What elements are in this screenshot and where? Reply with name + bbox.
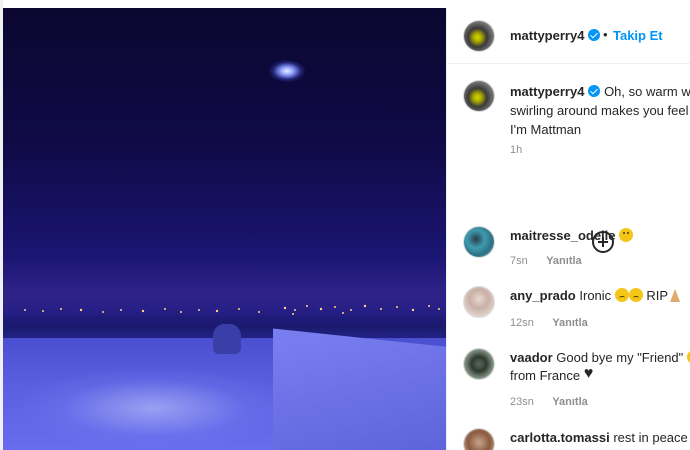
follow-button[interactable]: Takip Et (613, 28, 663, 43)
sad-face-emoji (614, 288, 629, 302)
author-username[interactable]: mattyperry4 (510, 28, 584, 43)
person-figure (213, 324, 241, 354)
caption-line-2: swirling around makes you feel (510, 103, 689, 118)
commenter-username[interactable]: any_prado (510, 288, 576, 303)
commenter-avatar[interactable] (463, 428, 495, 450)
black-heart-emoji (584, 367, 598, 383)
comment-text-line-2: from France (510, 367, 690, 385)
comment-body-line-2: from France (510, 368, 581, 383)
comment-text: carlotta.tomassi rest in peace v (510, 429, 690, 447)
verified-badge-icon (588, 85, 601, 97)
praying-hands-emoji (668, 288, 682, 302)
separator-dot: • (603, 27, 608, 42)
post-side-panel: mattyperry4 • Takip Et mattyperry4 Oh, s… (446, 8, 690, 450)
verified-badge-icon (588, 29, 601, 41)
comment-text: any_prado Ironic RIP (510, 287, 690, 305)
comment-item: vaador Good bye my "Friend" from France … (447, 346, 690, 416)
comment-body: Good bye my "Friend" (556, 350, 684, 365)
water-foam (23, 368, 283, 448)
comment-item: carlotta.tomassi rest in peace v (447, 424, 690, 450)
reply-button[interactable]: Yanıtla (552, 317, 587, 329)
worried-face-emoji (619, 228, 634, 242)
commenter-username[interactable]: vaador (510, 350, 553, 365)
commenter-username[interactable]: carlotta.tomassi (510, 430, 610, 445)
caption-timestamp: 1h (510, 144, 523, 156)
reply-button[interactable]: Yanıtla (552, 396, 587, 408)
comment-meta: 12sn Yanıtla (510, 313, 588, 331)
comment-body: rest in peace v (613, 430, 690, 445)
comment-item: any_prado Ironic RIP 12sn Yanıtla (447, 284, 690, 344)
post-photo[interactable] (3, 8, 446, 450)
comment-timestamp: 12sn (510, 317, 534, 329)
commenter-avatar[interactable] (463, 226, 495, 258)
author-avatar[interactable] (463, 20, 495, 52)
sad-face-emoji (628, 288, 643, 302)
caption-line-1: Oh, so warm wa (604, 84, 690, 99)
comment-meta: 7sn Yanıtla (510, 251, 582, 269)
city-lights (24, 304, 440, 315)
comment-text: maitresse_odelie (510, 227, 690, 245)
caption-username[interactable]: mattyperry4 (510, 84, 584, 99)
comment-item: maitresse_odelie 7sn Yanıtla (447, 222, 690, 282)
caption-text: mattyperry4 Oh, so warm wa swirling arou… (510, 82, 690, 139)
comment-body: Ironic (579, 288, 612, 303)
commenter-username[interactable]: maitresse_odelie (510, 228, 616, 243)
comment-timestamp: 7sn (510, 255, 528, 267)
author-username-row[interactable]: mattyperry4 (510, 28, 601, 43)
comment-meta: 23sn Yanıtla (510, 392, 588, 410)
comment-body-2: RIP (646, 288, 669, 303)
comment-text: vaador Good bye my "Friend" (510, 349, 690, 367)
commenter-avatar[interactable] (463, 348, 495, 380)
post-header: mattyperry4 • Takip Et (447, 8, 690, 64)
reply-button[interactable]: Yanıtla (546, 255, 581, 267)
commenter-avatar[interactable] (463, 286, 495, 318)
pool-deck (273, 328, 446, 450)
caption-line-3: I'm Mattman (510, 122, 582, 137)
moon (269, 60, 305, 82)
caption-author-avatar[interactable] (463, 80, 495, 112)
comment-timestamp: 23sn (510, 396, 534, 408)
